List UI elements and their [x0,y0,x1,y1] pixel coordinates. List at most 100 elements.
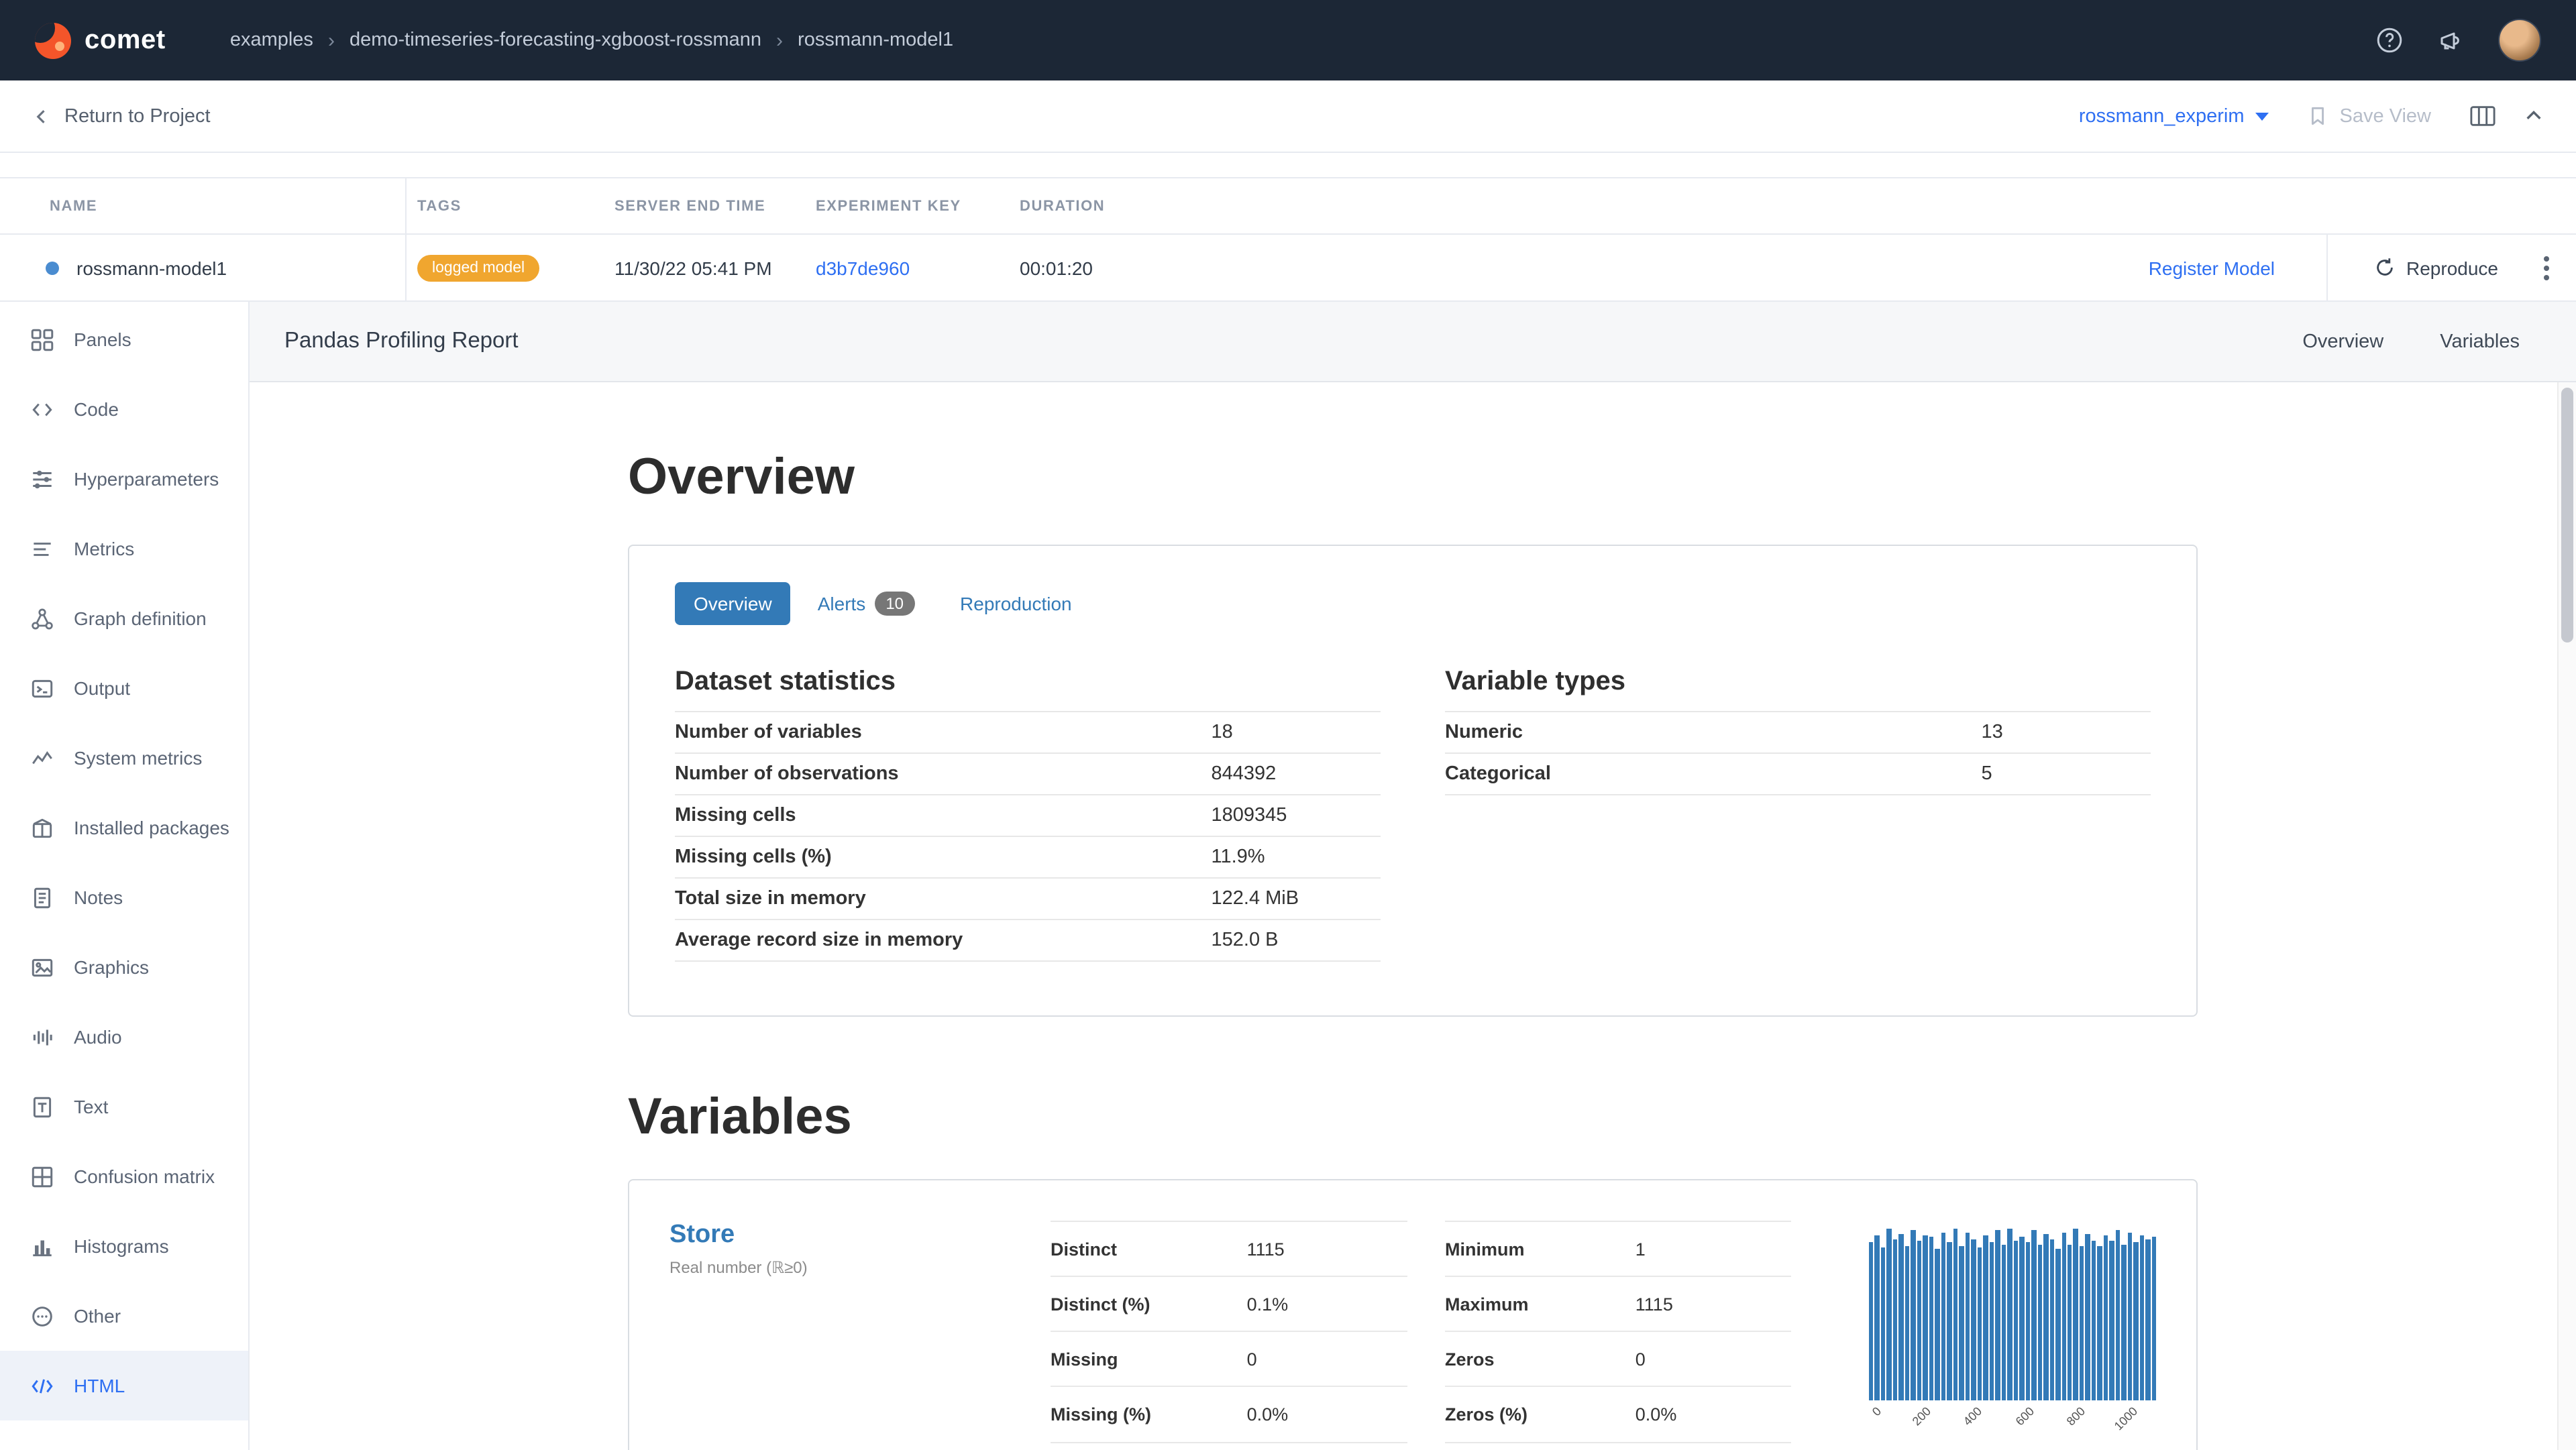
sidebar-item-confusion-matrix[interactable]: Confusion matrix [0,1141,248,1211]
sidebar-item-panels[interactable]: Panels [0,304,248,374]
histogram-bar [1989,1243,1994,1401]
breadcrumb-item-project[interactable]: demo-timeseries-forecasting-xgboost-ross… [350,30,761,51]
scrollbar-thumb[interactable] [2561,388,2573,643]
table-row: Missing0 [1051,1332,1407,1387]
column-header-server-end-time[interactable]: SERVER END TIME [604,178,805,233]
experiment-view-select[interactable]: rossmann_experim [2079,105,2269,127]
histogram-bar [2001,1244,2006,1400]
code-icon [30,396,55,422]
experiment-view-label: rossmann_experim [2079,105,2245,127]
sidebar-item-system-metrics[interactable]: System metrics [0,723,248,793]
panel-anchor-links: Overview Variables [2302,331,2541,352]
sidebar-item-code[interactable]: Code [0,374,248,444]
reproduce-button[interactable]: Reproduce [2373,256,2498,279]
stat-label: Numeric [1445,712,1982,753]
store-histogram-bars [1869,1229,2156,1400]
comet-logo-icon[interactable] [35,22,71,58]
brand-name[interactable]: comet [85,25,166,56]
histogram-bar [1893,1239,1898,1400]
announcements-icon[interactable] [2436,25,2466,55]
stat-value: 152.0 B [1212,919,1381,961]
experiment-key-link[interactable]: d3b7de960 [816,257,910,278]
column-header-experiment-key[interactable]: EXPERIMENT KEY [805,178,1009,233]
chevron-right-icon: › [776,29,783,52]
histogram-bar [2074,1229,2078,1400]
row-overflow-menu-icon[interactable] [2538,250,2555,285]
sidebar-item-other[interactable]: Other [0,1281,248,1351]
experiment-row[interactable]: rossmann-model1 logged model 11/30/22 05… [0,235,2576,302]
stat-label: Average record size in memory [675,919,1212,961]
sidebar-item-hyperparameters[interactable]: Hyperparameters [0,444,248,514]
histogram-bar [2068,1244,2072,1400]
experiment-status-dot [46,261,59,274]
stat-value: 13 [1982,712,2151,753]
stat-value: 1809345 [1212,795,1381,836]
tab-reproduction[interactable]: Reproduction [941,582,1091,625]
matrix-icon [30,1164,55,1189]
collapse-panel-icon[interactable] [2524,106,2544,126]
histogram-bar [2049,1239,2054,1400]
tag-badge[interactable]: logged model [417,254,539,281]
divider [2326,235,2327,300]
breadcrumb-item-experiment[interactable]: rossmann-model1 [798,30,953,51]
register-model-button[interactable]: Register Model [2149,257,2275,278]
stat-value: 1 [1635,1221,1791,1276]
experiment-name[interactable]: rossmann-model1 [76,257,227,278]
store-histogram[interactable]: 0 200 400 600 800 1000 [1869,1221,2156,1450]
table-row: Missing cells1809345 [675,795,1381,836]
stat-label: Minimum [1445,1221,1635,1276]
tab-overview[interactable]: Overview [675,582,791,625]
top-navbar: comet examples › demo-timeseries-forecas… [0,0,2576,80]
variable-name-link[interactable]: Store [669,1221,1013,1250]
report-scrollbar[interactable] [2557,382,2576,1450]
stat-value: 11.9% [1212,836,1381,878]
sidebar-item-html[interactable]: HTML [0,1351,248,1420]
panel-title: Pandas Profiling Report [284,329,519,354]
server-end-time-cell: 11/30/22 05:41 PM [604,235,805,300]
store-stats-right-table: Minimum1 Maximum1115 Zeros0 Zeros (%)0.0… [1445,1221,1791,1450]
sidebar-item-notes[interactable]: Notes [0,862,248,932]
overview-columns: Dataset statistics Number of variables18… [675,667,2151,962]
column-header-duration[interactable]: DURATION [1009,178,2576,233]
experiment-row-actions: Register Model Reproduce [2149,235,2576,300]
profiling-report: Overview Overview Alerts 10 Reproduction [250,382,2576,1450]
histogram-bar [2086,1234,2090,1400]
sidebar-item-text[interactable]: Text [0,1072,248,1141]
tab-alerts[interactable]: Alerts 10 [799,581,933,626]
save-view-button[interactable]: Save View [2306,105,2432,127]
panel-link-overview[interactable]: Overview [2302,331,2383,352]
sidebar-item-graph-definition[interactable]: Graph definition [0,583,248,653]
table-row: Missing cells (%)11.9% [675,836,1381,878]
table-row: Distinct (%)0.1% [1051,1276,1407,1331]
overview-card: Overview Alerts 10 Reproduction Dataset … [628,545,2198,1017]
column-header-name[interactable]: NAME [0,178,407,233]
stat-label: Missing [1051,1332,1247,1387]
sidebar-item-graphics[interactable]: Graphics [0,932,248,1002]
dataset-statistics-section: Dataset statistics Number of variables18… [675,667,1381,962]
user-avatar[interactable] [2498,19,2541,62]
histogram-bar [1966,1232,1970,1400]
stat-value: 122.4 MiB [1212,878,1381,919]
stat-label: Number of variables [675,712,1212,753]
table-layout-icon[interactable] [2469,103,2497,129]
sidebar-item-audio[interactable]: Audio [0,1002,248,1072]
x-tick-label: 600 [2012,1404,2036,1428]
sliders-icon [30,466,55,492]
column-header-tags[interactable]: TAGS [407,178,604,233]
histogram-bar [1977,1247,1982,1400]
store-histogram-ticks: 0 200 400 600 800 1000 [1869,1400,2156,1450]
return-to-project-button[interactable]: Return to Project [32,105,211,127]
sidebar-item-installed-packages[interactable]: Installed packages [0,793,248,862]
table-row: Negative0 [1445,1442,1791,1450]
panel-link-variables[interactable]: Variables [2440,331,2520,352]
histogram-bar [1905,1246,1910,1400]
panels-icon [30,327,55,352]
breadcrumb-item-workspace[interactable]: examples [230,30,313,51]
sidebar-item-output[interactable]: Output [0,653,248,723]
bookmark-icon [2306,105,2329,127]
help-icon[interactable] [2375,25,2404,55]
sidebar-item-histograms[interactable]: Histograms [0,1211,248,1281]
histogram-bar [1929,1237,1934,1400]
sidebar-item-metrics[interactable]: Metrics [0,514,248,583]
sidebar-item-label: Other [74,1305,121,1327]
